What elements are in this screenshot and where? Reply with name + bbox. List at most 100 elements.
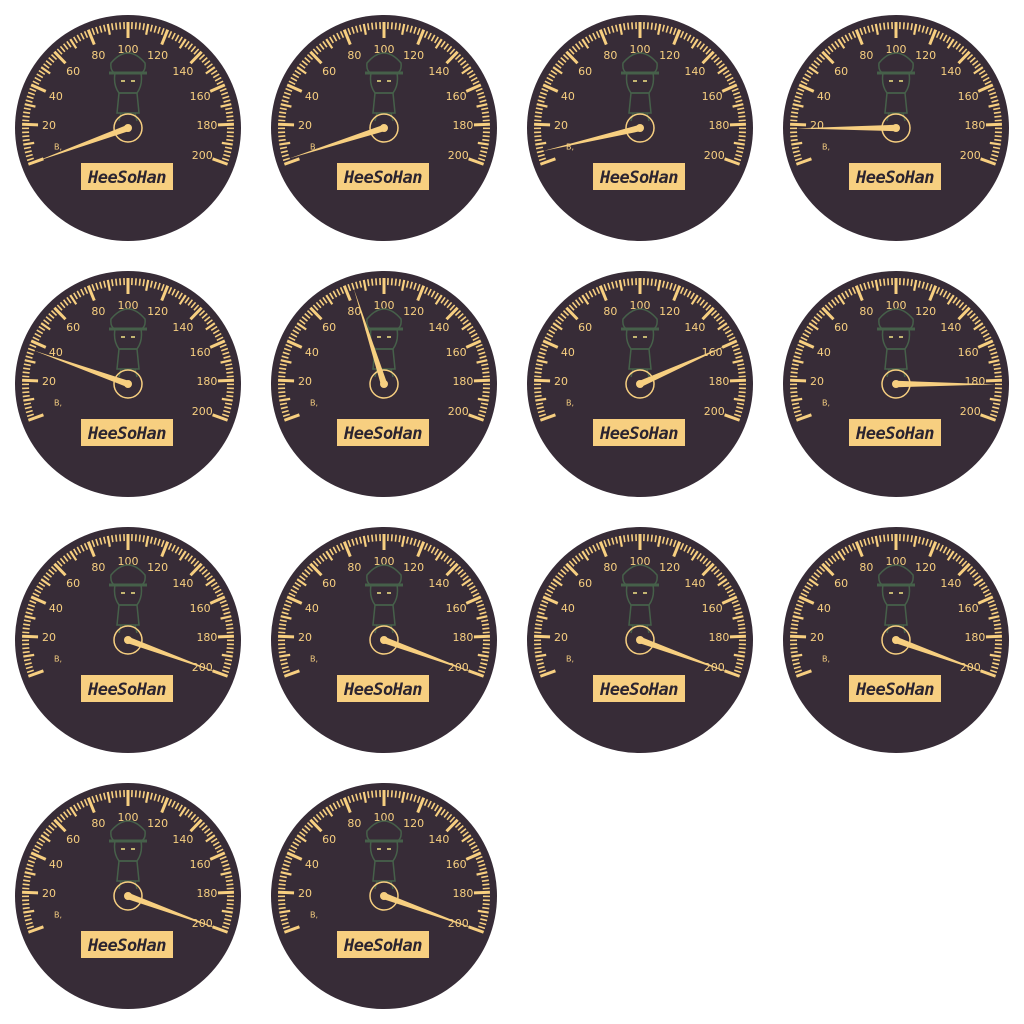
minor-tick [390,278,393,286]
speedometer-frame: 20406080100120140160180200B,HeeSoHan [13,525,243,755]
tick-label: 180 [708,631,729,644]
brand-plate: HeeSoHan [81,163,173,190]
minor-tick [22,627,30,630]
minor-tick [654,279,658,287]
brand-plate: HeeSoHan [337,163,429,190]
minor-tick [115,534,118,542]
needle-pivot [636,636,644,644]
unit-label: B, [54,911,62,920]
minor-tick [115,790,118,798]
minor-tick [627,22,630,30]
minor-tick [278,119,286,122]
tick-label: 160 [190,858,211,871]
major-tick [22,634,39,639]
minor-tick [138,790,141,798]
brand-plate: HeeSoHan [593,675,685,702]
needle-pivot [380,636,388,644]
minor-tick [371,278,374,286]
tick-label: 40 [561,346,575,359]
minor-tick [371,790,374,798]
tick-label: 200 [704,149,725,162]
tick-label: 200 [960,405,981,418]
tick-label: 140 [684,577,705,590]
minor-tick [138,534,141,542]
minor-tick [226,883,234,886]
unit-label: B, [54,655,62,664]
minor-tick [738,119,746,122]
minor-tick [278,906,286,910]
brand-plate: HeeSoHan [337,931,429,958]
minor-tick [910,535,914,543]
needle-pivot [380,380,388,388]
minor-tick [791,623,799,626]
minor-tick [23,623,31,626]
minor-tick [737,111,745,114]
minor-tick [366,23,370,31]
tick-label: 200 [960,149,981,162]
minor-tick [375,790,378,798]
minor-tick [790,391,798,394]
brand-plate: HeeSoHan [849,163,941,190]
major-tick [217,634,234,639]
speedometer-dial: 20406080100120140160180200B,HeeSoHan [15,271,241,497]
tick-label: 140 [172,321,193,334]
minor-tick [790,627,798,630]
minor-tick [22,135,30,138]
tick-label: 80 [603,561,617,574]
tick-label: 180 [196,631,217,644]
major-tick [473,634,490,639]
tick-label: 60 [834,65,848,78]
tick-label: 20 [810,119,824,132]
minor-tick [738,371,746,374]
major-tick [729,122,746,127]
minor-tick [481,367,489,370]
minor-tick [390,790,393,798]
tick-label: 20 [810,631,824,644]
tick-label: 200 [192,405,213,418]
minor-tick [23,879,31,882]
tick-label: 20 [42,631,56,644]
major-tick [278,634,295,639]
speedometer-frame: 20406080100120140160180200B,HeeSoHan [269,781,499,1011]
minor-tick [482,371,490,374]
minor-tick [646,534,649,542]
minor-tick [482,627,490,630]
minor-tick [534,394,542,398]
minor-tick [134,278,137,286]
minor-tick [142,535,146,543]
minor-tick [902,534,905,542]
minor-tick [650,534,653,542]
tick-label: 140 [940,321,961,334]
minor-tick [226,631,234,634]
minor-tick [993,111,1001,114]
unit-label: B, [310,655,318,664]
minor-tick [226,135,234,138]
minor-tick [134,534,137,542]
tick-label: 60 [66,321,80,334]
minor-tick [738,627,746,630]
tick-label: 140 [172,577,193,590]
major-tick [534,634,551,639]
speedometer-frame: 20406080100120140160180200B,HeeSoHan [13,13,243,243]
minor-tick [790,119,798,122]
minor-tick [226,138,234,142]
minor-tick [482,135,490,138]
minor-tick [790,394,798,398]
minor-tick [278,375,286,378]
tick-label: 40 [305,858,319,871]
brand-label: HeeSoHan [599,424,678,444]
minor-tick [279,879,287,882]
minor-tick [22,391,30,394]
tick-label: 120 [403,561,424,574]
tick-label: 180 [964,375,985,388]
tick-label: 20 [810,375,824,388]
minor-tick [902,22,905,30]
tick-label: 40 [817,602,831,615]
major-tick [217,122,234,127]
brand-plate: HeeSoHan [593,163,685,190]
tick-label: 40 [49,90,63,103]
major-tick [985,122,1002,127]
major-tick [473,890,490,895]
tick-label: 60 [578,577,592,590]
minor-tick [110,23,114,31]
